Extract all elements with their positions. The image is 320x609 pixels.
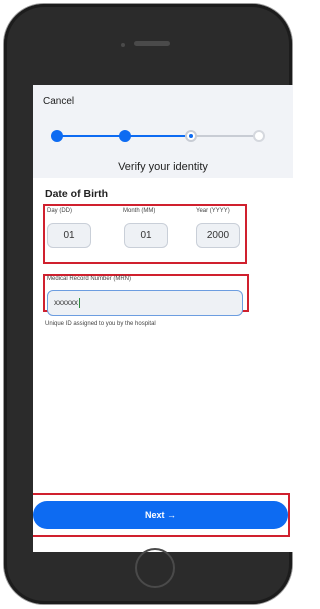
home-button[interactable] bbox=[135, 548, 175, 588]
camera-icon bbox=[121, 43, 125, 47]
day-label: Day (DD) bbox=[47, 208, 72, 214]
step-2-dot bbox=[119, 130, 131, 142]
step-1-dot bbox=[51, 130, 63, 142]
progress-stepper bbox=[33, 129, 293, 143]
mrn-help-text: Unique ID assigned to you by the hospita… bbox=[45, 321, 156, 327]
step-connector bbox=[125, 135, 191, 137]
mrn-value: xxxxxx bbox=[54, 298, 78, 307]
page-title: Verify your identity bbox=[118, 161, 208, 173]
header-panel: Cancel Verify your identity bbox=[33, 85, 293, 178]
dob-section-title: Date of Birth bbox=[45, 188, 108, 200]
year-label: Year (YYYY) bbox=[196, 208, 230, 214]
app-screen: Cancel Verify your identity Date of Birt… bbox=[33, 85, 293, 552]
month-label: Month (MM) bbox=[123, 208, 156, 214]
mrn-label: Medical Record Number (MRN) bbox=[47, 276, 132, 282]
step-connector bbox=[193, 135, 259, 137]
next-button[interactable]: Next → bbox=[33, 501, 288, 529]
step-connector bbox=[55, 135, 125, 137]
mrn-input[interactable]: xxxxxx bbox=[47, 290, 243, 316]
cancel-button[interactable]: Cancel bbox=[43, 96, 74, 107]
day-field[interactable]: 01 bbox=[47, 223, 91, 248]
phone-frame: Cancel Verify your identity Date of Birt… bbox=[4, 4, 293, 604]
month-field[interactable]: 01 bbox=[124, 223, 168, 248]
step-3-dot bbox=[185, 130, 197, 142]
year-field[interactable]: 2000 bbox=[196, 223, 240, 248]
text-cursor bbox=[79, 297, 80, 308]
step-4-dot bbox=[253, 130, 265, 142]
speaker-grille bbox=[134, 41, 170, 46]
